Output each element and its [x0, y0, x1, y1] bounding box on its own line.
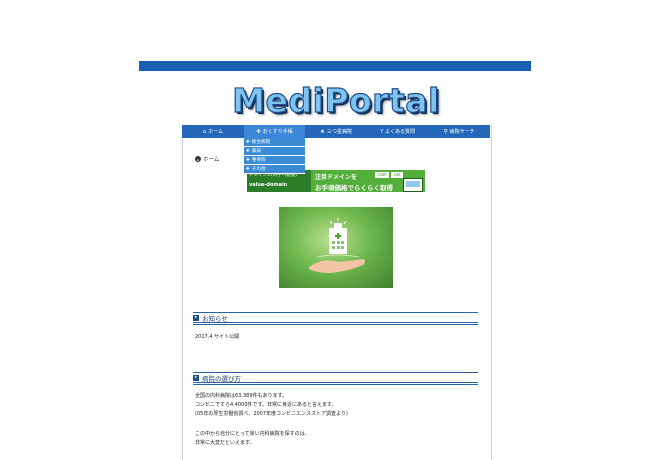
section-title-howto: ▸ 病院の選び方 [193, 372, 478, 385]
nav-home[interactable]: ⌂ ホーム [182, 125, 244, 138]
hospital-hand-icon [309, 218, 365, 273]
breadcrumb-home[interactable]: ホーム [203, 155, 219, 163]
arrow-square-icon: ▸ [193, 374, 199, 381]
hero-image [279, 207, 393, 288]
section-title-text: 病院の選び方 [202, 374, 241, 383]
nav-label: よくある質問 [385, 129, 416, 135]
banner-tags: .com .net [375, 172, 403, 178]
nav-faq[interactable]: ? よくある質問 [367, 125, 429, 138]
home-circle-icon: ⌂ [195, 156, 201, 162]
paragraph-line: (05年の厚生労働省調べ、2007年度コンビニエンスストア調査より) [195, 411, 348, 417]
dropdown-item[interactable]: ✚ 薬局 [244, 147, 305, 156]
pill-icon: ✚ [256, 128, 261, 135]
paragraph-line: コンビニですら4,4000件です。非常に身近にあると言えます。 [195, 402, 337, 408]
section-title-news: ▸ お知らせ [193, 312, 478, 325]
plus-icon: ✚ [246, 157, 250, 163]
site-logo[interactable]: MediPortal [182, 81, 490, 120]
dropdown-item[interactable]: ✚ 総合病院 [244, 138, 305, 147]
banner-tag: .com [375, 172, 389, 178]
arrow-square-icon: ▸ [193, 314, 199, 321]
star-icon: ★ [320, 128, 325, 135]
banner-brand: value-domain [249, 182, 288, 188]
dropdown-item-label: 総合病院 [251, 140, 271, 145]
dropdown-item-label: その他 [251, 167, 266, 172]
dropdown-item-label: 薬局 [251, 149, 262, 154]
plus-icon: ✚ [246, 139, 250, 145]
breadcrumb: ⌂ ホーム [195, 155, 219, 163]
computer-icon [403, 178, 423, 192]
nav-medicine-notebook[interactable]: ✚ おくすり手帳 [243, 125, 306, 138]
nav-search[interactable]: ⚲ 病院サーチ [428, 125, 490, 138]
dropdown-item[interactable]: ✚ その他 [244, 165, 305, 174]
banner-subline: お手頃価格でらくらく取得 [315, 184, 393, 192]
home-icon: ⌂ [202, 128, 207, 135]
nav-three-star[interactable]: ★ 三つ星病院 [305, 125, 367, 138]
top-accent-bar [139, 61, 531, 71]
nav-label: おくすり手帳 [262, 129, 293, 135]
nav-label: 三つ星病院 [326, 129, 352, 135]
section-title-text: お知らせ [202, 314, 228, 323]
question-icon: ? [380, 128, 384, 135]
paragraph-line: この中から自分にとって良い内科病院を探すのは、 [195, 431, 310, 437]
main-nav: ⌂ ホーム ✚ おくすり手帳 ★ 三つ星病院 ? よくある質問 ⚲ 病院サーチ [182, 125, 490, 138]
plus-icon: ✚ [246, 148, 250, 154]
nav-dropdown-menu: ✚ 総合病院 ✚ 薬局 ✚ 整骨院 ✚ その他 [244, 138, 305, 174]
nav-label: ホーム [208, 129, 223, 135]
paragraph-line: 全国の内科病院は63,389件もあります。 [195, 393, 287, 399]
news-item: 2017.4 サイト公開 [195, 334, 240, 340]
plus-icon: ✚ [246, 166, 250, 172]
nav-label: 病院サーチ [449, 129, 475, 135]
banner-headline: 注目ドメインを [315, 174, 358, 181]
dropdown-item[interactable]: ✚ 整骨院 [244, 156, 305, 165]
paragraph-line: 非常に大変だといえます。 [195, 440, 255, 446]
dropdown-item-label: 整骨院 [251, 158, 266, 163]
search-icon: ⚲ [443, 128, 448, 135]
banner-tag: .net [390, 172, 403, 178]
